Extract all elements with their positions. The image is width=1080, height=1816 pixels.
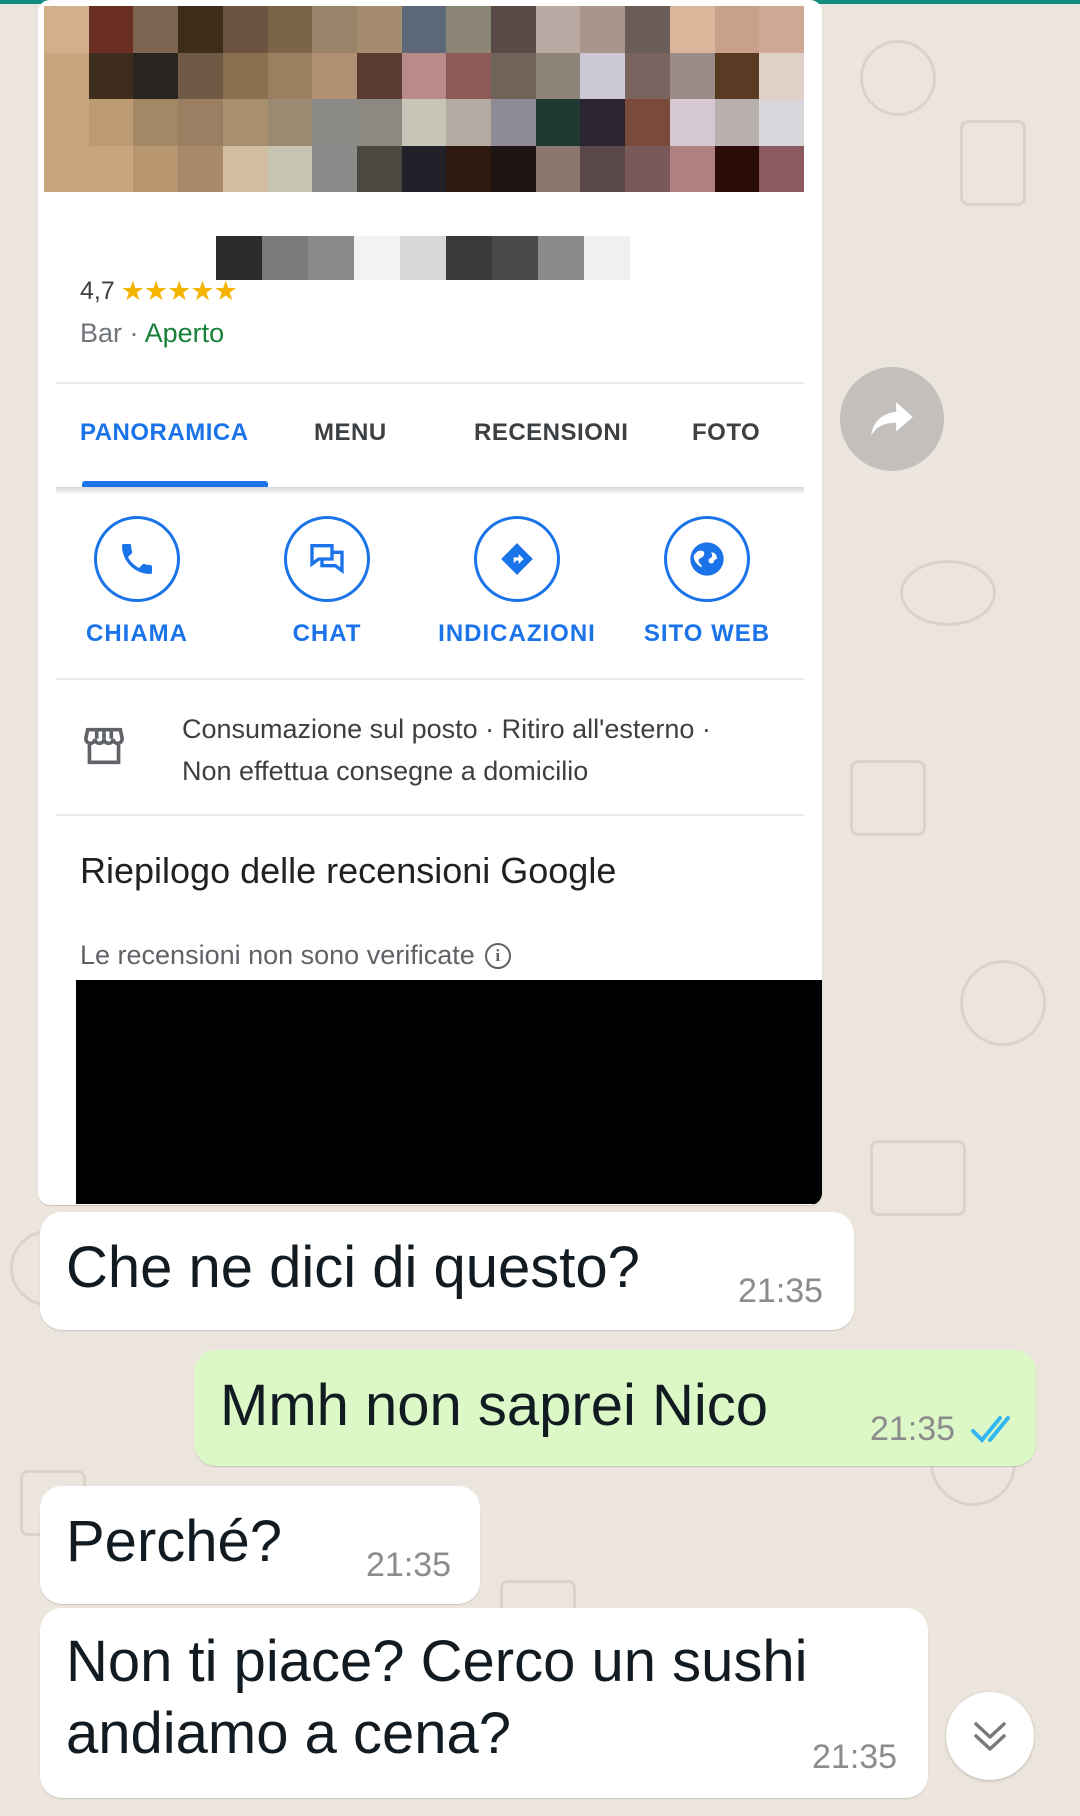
directions-label: INDICAZIONI: [438, 620, 596, 647]
forward-icon: [871, 402, 913, 436]
chat-label: CHAT: [292, 620, 362, 647]
scroll-to-bottom-button[interactable]: [946, 1692, 1034, 1780]
chat-icon: [284, 516, 370, 602]
tab-foto[interactable]: FOTO: [692, 419, 760, 447]
message-time: 21:35: [812, 1738, 898, 1776]
info-icon[interactable]: i: [484, 942, 511, 969]
message-text: Mmh non saprei Nico: [220, 1373, 768, 1438]
directions-button[interactable]: INDICAZIONI: [427, 516, 607, 648]
message-text: Non ti piace? Cerco un sushi andiamo a c…: [66, 1629, 808, 1766]
tab-recensioni[interactable]: RECENSIONI: [474, 419, 628, 447]
outgoing-message[interactable]: Mmh non saprei Nico 21:35: [194, 1350, 1036, 1466]
category-status-row: Bar · Aperto: [80, 318, 224, 349]
tab-bar: PANORAMICA MENU RECENSIONI FOTO: [56, 383, 804, 487]
read-ticks-icon: [971, 1416, 1010, 1443]
reviews-note: Le recensioni non sono verificate i: [80, 940, 511, 971]
tab-panoramica[interactable]: PANORAMICA: [80, 419, 249, 447]
reviews-summary-title: Riepilogo delle recensioni Google: [80, 850, 617, 891]
message-text: Che ne dici di questo?: [66, 1235, 640, 1300]
place-category: Bar: [80, 318, 123, 348]
redacted-area: [76, 980, 822, 1204]
tab-menu[interactable]: MENU: [314, 419, 387, 447]
pixelated-photo: [44, 6, 804, 192]
chevron-down-icon: [974, 1722, 1006, 1751]
shared-image-message[interactable]: 4,7 ★★★★★ Bar · Aperto PANORAMICA MENU R…: [38, 0, 822, 1205]
rating-value: 4,7: [80, 277, 115, 305]
rating-row: 4,7 ★★★★★: [80, 276, 238, 307]
incoming-message[interactable]: Perché? 21:35: [40, 1486, 480, 1604]
service-options-line: Non effettua consegne a domicilio: [182, 756, 589, 786]
reviews-note-text: Le recensioni non sono verificate: [80, 940, 475, 970]
website-label: SITO WEB: [643, 620, 771, 647]
incoming-message[interactable]: Non ti piace? Cerco un sushi andiamo a c…: [40, 1608, 928, 1798]
separator-dot: ·: [129, 318, 139, 348]
call-button[interactable]: CHIAMA: [47, 516, 227, 648]
divider: [56, 814, 804, 816]
directions-icon: [474, 516, 560, 602]
chat-button[interactable]: CHAT: [237, 516, 417, 648]
divider: [56, 678, 804, 680]
phone-icon: [94, 516, 180, 602]
place-name-redacted: [78, 236, 630, 280]
service-options: Consumazione sul posto · Ritiro all'este…: [182, 708, 711, 792]
message-time: 21:35: [366, 1546, 452, 1584]
forward-button[interactable]: [840, 367, 944, 471]
incoming-message[interactable]: Che ne dici di questo? 21:35: [40, 1212, 854, 1330]
message-text: Perché?: [66, 1509, 283, 1574]
globe-icon: [664, 516, 750, 602]
call-label: CHIAMA: [86, 620, 188, 647]
tabs-shadow: [56, 487, 804, 495]
rating-stars: ★★★★★: [120, 276, 238, 306]
storefront-icon: [82, 726, 126, 771]
message-time: 21:35: [738, 1272, 824, 1310]
message-time: 21:35: [870, 1410, 956, 1448]
website-button[interactable]: SITO WEB: [617, 516, 797, 648]
open-status: Aperto: [144, 318, 225, 348]
service-options-line: Consumazione sul posto · Ritiro all'este…: [182, 714, 711, 744]
